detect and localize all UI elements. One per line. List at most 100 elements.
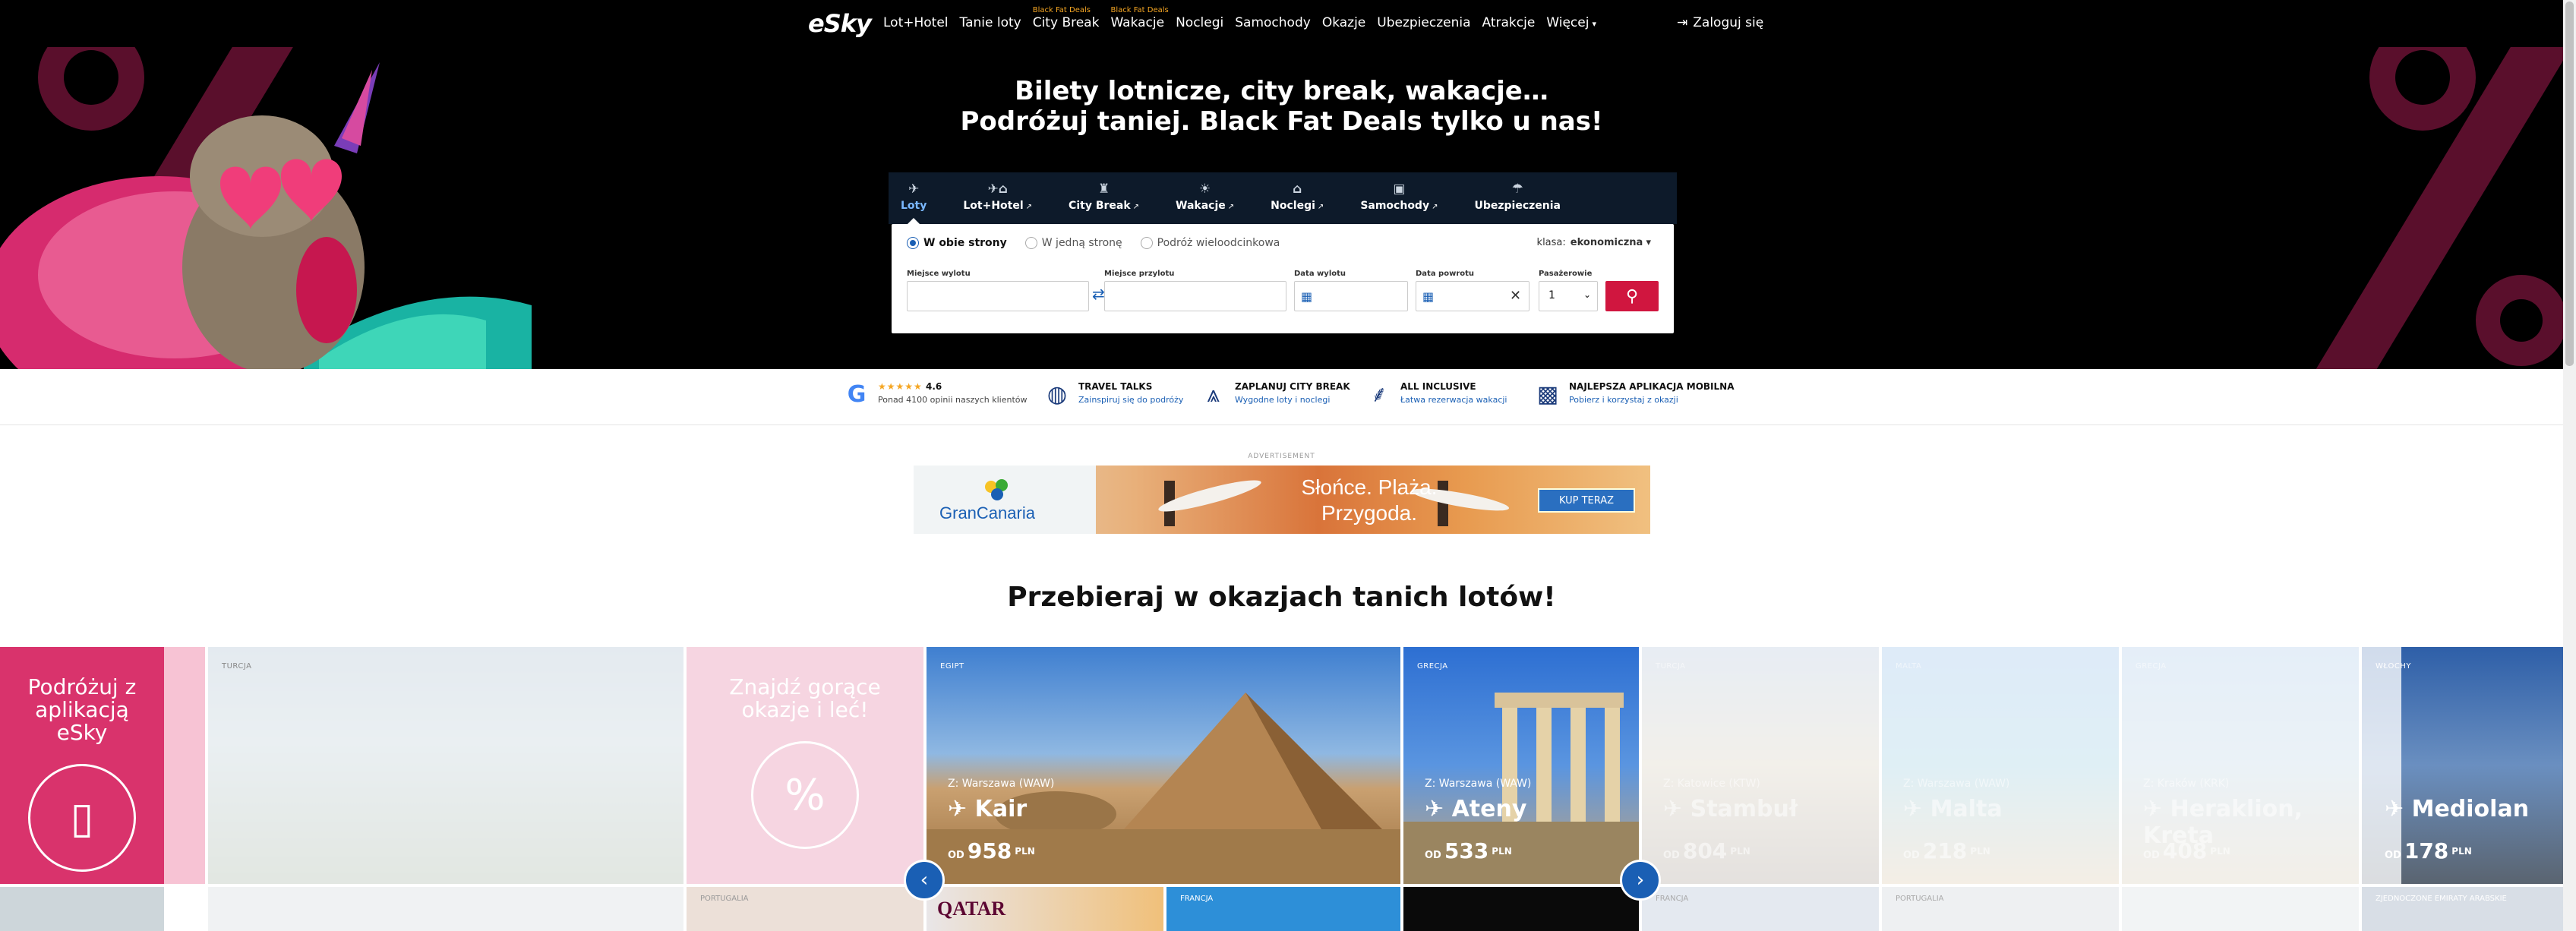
trust-all-inclusive[interactable]: ⸙ ALL INCLUSIVE Łatwa rezerwacja wakacji xyxy=(1365,381,1507,409)
deal-card-heraklion[interactable]: GRECJA Z: Kraków (KRK) ✈ Heraklion, Kret… xyxy=(2122,647,2359,884)
nav-link-wakacje[interactable]: Black Fat Deals Wakacje xyxy=(1110,6,1168,30)
deal-card-malta[interactable]: MALTA Z: Warszawa (WAW) ✈ Malta OD 218 PLN xyxy=(1882,647,2119,884)
trust-sub: Pobierz i korzystaj z okazji xyxy=(1569,395,1678,405)
deal-destination: ✈ Kair xyxy=(948,796,1028,822)
deals-title: Przebieraj w okazjach tanich lotów! xyxy=(1007,582,1556,613)
page-scrollbar[interactable] xyxy=(2563,0,2576,931)
deal-card-row2[interactable]: PORTUGALIA xyxy=(1882,887,2119,931)
promo-app-card[interactable]: Podróżuj z aplikacją eSky ▯ xyxy=(0,647,205,884)
external-link-icon: ↗ xyxy=(1317,203,1324,211)
deal-card-row2[interactable] xyxy=(2122,887,2359,931)
nav-link-lot-hotel[interactable]: Lot+Hotel xyxy=(883,15,949,30)
deal-origin: Z: Warszawa (WAW) xyxy=(1425,778,1532,790)
deal-card-ateny[interactable]: GRECJA Z: Warszawa (WAW) ✈ Ateny OD 533 PL… xyxy=(1403,647,1639,884)
scrollbar-thumb[interactable] xyxy=(2565,2,2574,366)
palm-icon: ⸙ xyxy=(1370,381,1388,408)
tab-city-break[interactable]: ♜ City Break ↗ xyxy=(1069,172,1139,224)
nav-link-wiecej[interactable]: Więcej ▾ xyxy=(1546,15,1596,30)
trust-mobile-app[interactable]: ▩ NAJLEPSZA APLIKACJA MOBILNA Pobierz i k… xyxy=(1534,381,1735,409)
deal-card-row2[interactable]: ZJEDNOCZONE EMIRATY ARABSKIE xyxy=(2362,887,2563,931)
passengers-select[interactable]: 1 ⌄ xyxy=(1539,281,1598,311)
deal-card-row2[interactable]: PORTUGALIA xyxy=(687,887,923,931)
deal-country: ZJEDNOCZONE EMIRATY ARABSKIE xyxy=(2376,895,2507,903)
price-value: 218 xyxy=(1922,838,1968,863)
cabin-class-value: ekonomiczna xyxy=(1570,237,1643,248)
arrival-input[interactable] xyxy=(1104,281,1286,311)
return-date-label: Data powrotu xyxy=(1416,270,1475,278)
hero-title: Bilety lotnicze, city break, wakacje… Po… xyxy=(0,76,2563,137)
trust-title: TRAVEL TALKS xyxy=(1078,381,1153,392)
ad-banner[interactable]: GranCanaria Słońce. Plaża. Przygoda. KUP… xyxy=(914,466,1650,534)
tab-lot-hotel[interactable]: ✈⌂ Lot+Hotel ↗ xyxy=(963,172,1032,224)
beach-icon: ☀ xyxy=(1198,181,1211,197)
departure-input[interactable] xyxy=(907,281,1089,311)
nav-badge: Black Fat Deals xyxy=(1032,6,1091,14)
deal-card-row2[interactable] xyxy=(1403,887,1639,931)
radio-one-way[interactable]: W jedną stronę xyxy=(1024,237,1122,249)
trust-sub: Ponad 4100 opinii naszych klientów xyxy=(878,395,1028,405)
search-tabs: ✈ Loty ✈⌂ Lot+Hotel ↗ ♜ City Break ↗ ☀ Wakacje… xyxy=(889,172,1677,224)
ad-cta-button[interactable]: KUP TERAZ xyxy=(1538,488,1635,513)
deal-country: TURCJA xyxy=(222,662,252,671)
deal-card[interactable]: TURCJA xyxy=(208,647,683,884)
nav-link-label: Wakacje xyxy=(1110,15,1165,30)
swap-icon[interactable]: ⇄ xyxy=(1092,285,1105,303)
deal-card-row2[interactable] xyxy=(208,887,683,931)
deal-content: GRECJA Z: Kraków (KRK) ✈ Heraklion, Kret… xyxy=(2122,647,2359,884)
deal-card-row2[interactable]: FRANCJA xyxy=(1642,887,1879,931)
esky-logo[interactable]: eSky xyxy=(808,9,872,39)
nav-link-samochody[interactable]: Samochody xyxy=(1235,15,1311,30)
deal-card-kair[interactable]: EGIPT Z: Warszawa (WAW) ✈ Kair OD 958 PLN xyxy=(927,647,1400,884)
passengers-label: Pasażerowie xyxy=(1539,270,1593,278)
price-prefix: OD xyxy=(948,850,964,861)
promo-hot-deals-card[interactable]: Znajdź gorące okazje i leć! % xyxy=(687,647,923,884)
tab-noclegi[interactable]: ⌂ Noclegi ↗ xyxy=(1271,172,1324,224)
deal-price: OD 408 PLN xyxy=(2143,838,2230,863)
cabin-class-select[interactable]: klasa: ekonomiczna ▾ xyxy=(1537,237,1651,248)
radio-multi-city[interactable]: Podróż wieloodcinkowa xyxy=(1140,237,1280,249)
deal-country: EGIPT xyxy=(940,662,964,671)
deal-card-qatar[interactable]: QATAR xyxy=(927,887,1163,931)
deal-origin: Z: Warszawa (WAW) xyxy=(948,778,1055,790)
nav-link-noclegi[interactable]: Noclegi xyxy=(1176,15,1223,30)
tab-samochody[interactable]: ▣ Samochody ↗ xyxy=(1360,172,1438,224)
radio-round-trip[interactable]: W obie strony xyxy=(907,237,1007,249)
deal-card-mediolan[interactable]: WŁOCHY ✈ Mediolan OD 178 PLN xyxy=(2362,647,2563,884)
nav-link-atrakcje[interactable]: Atrakcje xyxy=(1482,15,1536,30)
calendar-icon: ▦ xyxy=(1301,289,1313,304)
eiffel-icon: ⩓ xyxy=(1207,381,1220,408)
deal-card-row2[interactable]: FRANCJA xyxy=(1166,887,1400,931)
deal-card-row2[interactable] xyxy=(0,887,164,931)
trust-travel-talks[interactable]: ◍ TRAVEL TALKS Zainspiruj się do podróży xyxy=(1043,381,1183,409)
clear-return-date-icon[interactable]: ✕ xyxy=(1510,288,1521,304)
trust-google-rating[interactable]: G ★★★★★ 4.6 Ponad 4100 opinii naszych kl… xyxy=(843,381,1028,409)
deal-card-stambul[interactable]: TURCJA Z: Katowice (KTW) ✈ Stambuł OD 804… xyxy=(1642,647,1879,884)
nav-link-tanie-loty[interactable]: Tanie loty xyxy=(960,15,1021,30)
price-value: 804 xyxy=(1682,838,1728,863)
deal-city: Stambuł xyxy=(1690,796,1798,822)
tab-loty[interactable]: ✈ Loty xyxy=(901,172,927,224)
nav-link-label: Okazje xyxy=(1321,15,1366,30)
trust-title: ★★★★★ 4.6 xyxy=(878,381,1028,392)
trust-city-break[interactable]: ⩓ ZAPLANUJ CITY BREAK Wygodne loty i nocl… xyxy=(1200,381,1350,409)
carousel-next-button[interactable]: › xyxy=(1620,860,1661,901)
trust-title: NAJLEPSZA APLIKACJA MOBILNA xyxy=(1569,381,1735,392)
nav-link-ubezpieczenia[interactable]: Ubezpieczenia xyxy=(1377,15,1470,30)
carousel-prev-button[interactable]: ‹ xyxy=(904,860,945,901)
tab-ubezpieczenia[interactable]: ☂ Ubezpieczenia xyxy=(1474,172,1561,224)
search-button[interactable]: ⚲ xyxy=(1605,281,1659,311)
price-currency: PLN xyxy=(2451,845,2472,857)
tab-label-wrap: Noclegi ↗ xyxy=(1271,200,1324,212)
deal-city: Mediolan xyxy=(2411,796,2530,822)
deal-destination: ✈ Stambuł xyxy=(1663,796,1798,822)
nav-link-city-break[interactable]: Black Fat Deals City Break xyxy=(1033,6,1100,30)
depart-date-input[interactable]: ▦ xyxy=(1294,281,1408,311)
tab-wakacje[interactable]: ☀ Wakacje ↗ xyxy=(1176,172,1234,224)
login-button[interactable]: ⇥ Zaloguj się xyxy=(1677,15,1763,30)
nav-link-okazje[interactable]: Okazje xyxy=(1322,15,1365,30)
deal-destination: ✈ Malta xyxy=(1903,796,2003,822)
radio-dot xyxy=(1024,237,1037,249)
plane-hotel-icon: ✈⌂ xyxy=(987,181,1008,197)
deal-content: TURCJA Z: Katowice (KTW) ✈ Stambuł OD 804… xyxy=(1642,647,1879,884)
chevron-left-icon: ‹ xyxy=(920,869,929,892)
